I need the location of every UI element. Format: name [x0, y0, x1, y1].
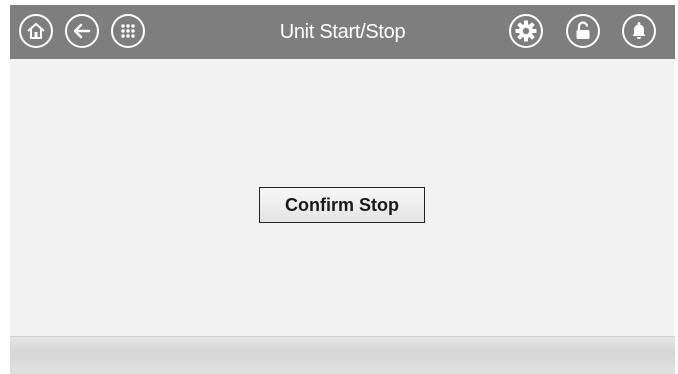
home-button[interactable] [19, 14, 53, 48]
bell-icon [632, 22, 646, 39]
footer-bar [10, 336, 675, 374]
lock-button[interactable] [566, 14, 600, 48]
unlocked-padlock-icon [576, 21, 590, 39]
confirm-stop-button[interactable]: Confirm Stop [259, 187, 425, 223]
gear-icon [515, 20, 537, 42]
alarm-button[interactable] [622, 14, 656, 48]
menu-grid-icon [121, 24, 135, 38]
hmi-screen: Unit Start/Stop Confirm Stop [10, 5, 675, 374]
home-icon [27, 23, 45, 39]
menu-button[interactable] [111, 14, 145, 48]
main-content: Confirm Stop [10, 59, 675, 336]
back-arrow-icon [73, 23, 91, 39]
back-button[interactable] [65, 14, 99, 48]
top-bar: Unit Start/Stop [10, 5, 675, 59]
page-title: Unit Start/Stop [279, 21, 406, 43]
settings-button[interactable] [509, 14, 543, 48]
